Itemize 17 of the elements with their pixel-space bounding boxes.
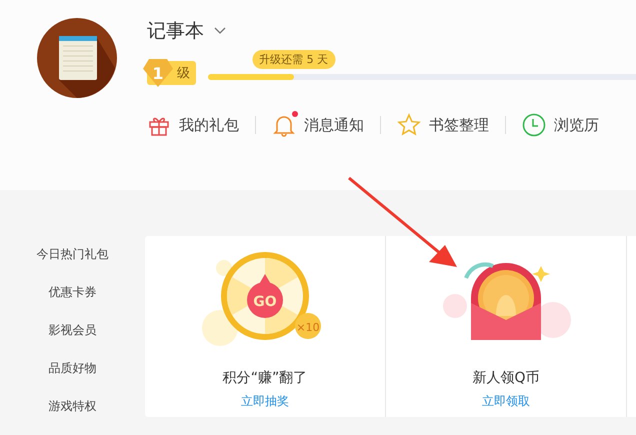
notebook-avatar-icon — [37, 18, 117, 98]
clock-icon — [522, 113, 546, 137]
star-icon — [397, 113, 421, 137]
sidebar-item[interactable]: 游戏特权 — [48, 398, 96, 435]
card-title: 积分“赚”翻了 — [222, 369, 308, 387]
nav-link[interactable]: 我的礼包 — [147, 113, 239, 137]
nav-link[interactable]: 浏览历 — [522, 113, 599, 137]
sidebar-item[interactable]: 影视会员 — [48, 322, 96, 360]
sidebar-item[interactable]: 优惠卡券 — [48, 284, 96, 322]
profile-name: 记事本 — [147, 19, 204, 44]
caret-icon[interactable] — [214, 27, 226, 35]
sidebar-item[interactable]: 今日热门礼包 — [36, 246, 108, 284]
nav-link[interactable]: 消息通知 — [272, 113, 364, 137]
card-title: 新人领Q币 — [472, 369, 540, 387]
sidebar-item[interactable]: 品质好物 — [48, 360, 96, 398]
level-tooltip: 升级还需 5 天 — [252, 50, 336, 69]
nav-link[interactable]: 书签整理 — [397, 113, 489, 137]
